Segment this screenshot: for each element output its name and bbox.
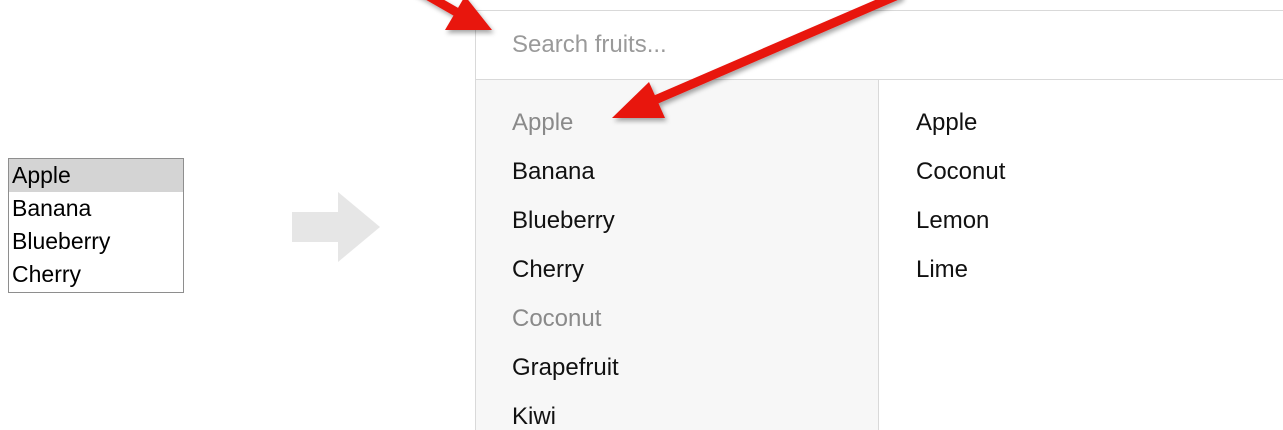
native-select-list[interactable]: Apple Banana Blueberry Cherry (8, 158, 184, 293)
selected-item[interactable]: Apple (879, 106, 1283, 155)
native-option[interactable]: Apple (9, 159, 183, 192)
selected-item[interactable]: Lemon (879, 204, 1283, 253)
dual-list-widget: Apple Banana Blueberry Cherry Coconut Gr… (475, 10, 1283, 430)
right-arrow-icon (292, 192, 380, 262)
selected-item[interactable]: Coconut (879, 155, 1283, 204)
available-items-list: Apple Banana Blueberry Cherry Coconut Gr… (476, 80, 878, 430)
search-box (476, 11, 1283, 80)
available-items-pane: Apple Banana Blueberry Cherry Coconut Gr… (476, 80, 879, 430)
selected-items-pane: Apple Coconut Lemon Lime (879, 80, 1283, 430)
available-item[interactable]: Kiwi (476, 400, 878, 430)
available-item[interactable]: Apple (476, 106, 878, 155)
available-item[interactable]: Banana (476, 155, 878, 204)
available-item[interactable]: Blueberry (476, 204, 878, 253)
selected-item[interactable]: Lime (879, 253, 1283, 302)
search-input[interactable] (476, 11, 1283, 79)
available-item[interactable]: Grapefruit (476, 351, 878, 400)
native-option[interactable]: Cherry (9, 258, 183, 291)
native-option[interactable]: Banana (9, 192, 183, 225)
available-item[interactable]: Cherry (476, 253, 878, 302)
screenshot-stage: Apple Banana Blueberry Cherry Apple Bana… (0, 0, 1283, 430)
native-option[interactable]: Blueberry (9, 225, 183, 258)
available-item[interactable]: Coconut (476, 302, 878, 351)
selected-items-list: Apple Coconut Lemon Lime (879, 80, 1283, 302)
